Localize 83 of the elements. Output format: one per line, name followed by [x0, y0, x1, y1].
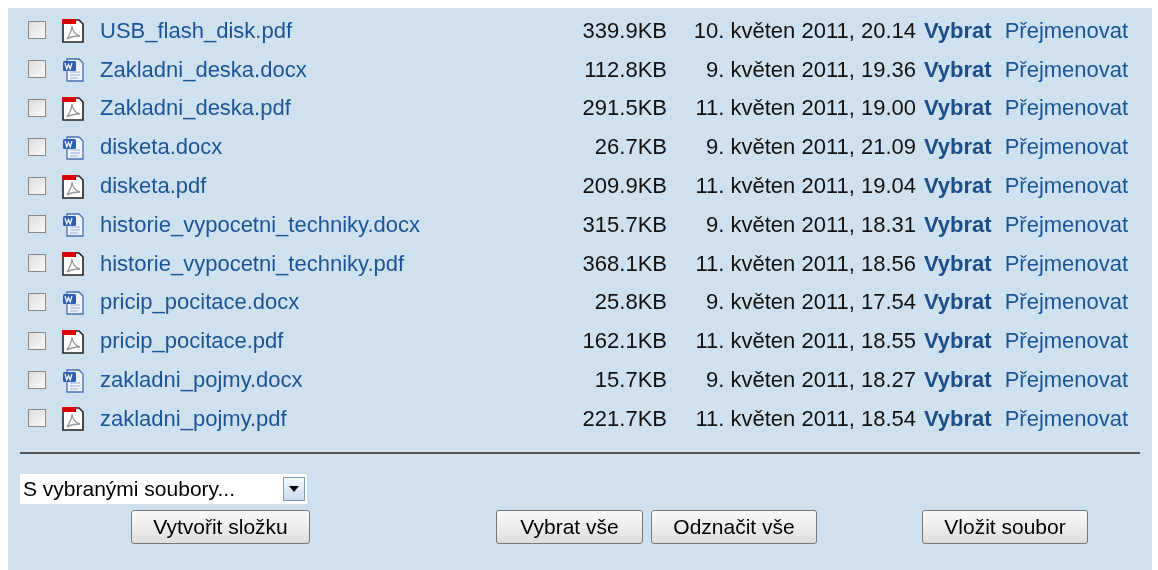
file-date: 10. květen 2011, 20.14 [692, 16, 916, 45]
checkbox[interactable] [28, 254, 46, 273]
checkbox[interactable] [28, 215, 46, 234]
file-size: 162.1KB [581, 327, 667, 356]
file-size: 26.7KB [593, 133, 667, 162]
file-date: 11. květen 2011, 18.55 [694, 327, 916, 356]
file-name-link[interactable]: historie_vypocetni_techniky.docx [100, 207, 537, 241]
word-document-icon [61, 133, 85, 160]
file-date: 9. květen 2011, 17.54 [705, 288, 916, 317]
action-dropdown[interactable]: S vybranými soubory... [20, 473, 307, 504]
file-date: 11. květen 2011, 18.56 [694, 249, 916, 278]
file-name-link[interactable]: USB_flash_disk.pdf [100, 13, 537, 47]
pdf-file-icon [61, 95, 85, 121]
checkbox[interactable] [28, 292, 46, 311]
select-link[interactable]: Vybrat [924, 207, 992, 241]
checkbox[interactable] [28, 176, 46, 195]
word-document-icon [61, 56, 85, 83]
checkbox[interactable] [28, 99, 46, 117]
checkbox[interactable] [28, 137, 46, 156]
file-name-link[interactable]: Zakladni_deska.docx [100, 52, 537, 86]
file-size: 221.7KB [581, 404, 667, 433]
file-size: 15.7KB [593, 366, 667, 395]
rename-link[interactable]: Přejmenovat [1004, 91, 1129, 125]
select-link[interactable]: Vybrat [924, 285, 992, 319]
file-name-link[interactable]: disketa.pdf [100, 169, 537, 203]
select-link[interactable]: Vybrat [924, 91, 992, 125]
file-date: 11. květen 2011, 19.04 [694, 172, 916, 201]
file-name-link[interactable]: pricip_pocitace.docx [100, 285, 537, 319]
file-name-link[interactable]: zakladni_pojmy.docx [100, 363, 537, 397]
rename-link[interactable]: Přejmenovat [1004, 363, 1129, 397]
action-button[interactable]: Vybrat vše [496, 509, 643, 544]
file-date: 9. květen 2011, 18.31 [705, 210, 916, 239]
select-link[interactable]: Vybrat [924, 169, 992, 203]
word-document-icon [61, 288, 85, 315]
rename-link[interactable]: Přejmenovat [1004, 324, 1129, 358]
file-name-link[interactable]: pricip_pocitace.pdf [100, 324, 537, 358]
dropdown-caret-icon[interactable] [283, 476, 305, 501]
file-size: 209.9KB [581, 172, 667, 201]
action-button[interactable]: Odznačit vše [651, 509, 817, 544]
file-size: 315.7KB [581, 210, 667, 239]
file-size: 291.5KB [581, 94, 667, 123]
checkbox[interactable] [28, 370, 46, 389]
pdf-file-icon [61, 405, 85, 432]
checkbox[interactable] [28, 409, 46, 428]
select-link[interactable]: Vybrat [924, 52, 992, 86]
file-name-link[interactable]: historie_vypocetni_techniky.pdf [100, 246, 537, 280]
rename-link[interactable]: Přejmenovat [1004, 52, 1129, 86]
select-link[interactable]: Vybrat [924, 363, 992, 397]
pdf-file-icon [61, 172, 85, 199]
select-link[interactable]: Vybrat [924, 246, 992, 280]
file-date: 9. květen 2011, 18.27 [705, 366, 916, 395]
select-link[interactable]: Vybrat [924, 130, 992, 164]
checkbox[interactable] [28, 60, 46, 79]
checkbox[interactable] [28, 21, 46, 40]
file-name-link[interactable]: zakladni_pojmy.pdf [100, 401, 537, 435]
select-link[interactable]: Vybrat [924, 13, 992, 47]
select-link[interactable]: Vybrat [924, 401, 992, 435]
file-date: 9. květen 2011, 21.09 [705, 133, 916, 162]
file-size: 368.1KB [581, 249, 667, 278]
pdf-file-icon [61, 17, 85, 44]
pdf-file-icon [61, 327, 85, 354]
action-button[interactable]: Vložit soubor [922, 509, 1088, 544]
pdf-file-icon [61, 250, 85, 277]
rename-link[interactable]: Přejmenovat [1004, 246, 1129, 280]
file-date: 11. květen 2011, 18.54 [694, 404, 916, 433]
file-size: 112.8KB [583, 55, 667, 84]
word-document-icon [61, 366, 85, 393]
checkbox[interactable] [28, 331, 46, 350]
action-button[interactable]: Vytvořit složku [131, 509, 310, 544]
rename-link[interactable]: Přejmenovat [1004, 207, 1129, 241]
file-name-link[interactable]: disketa.docx [100, 130, 537, 164]
rename-link[interactable]: Přejmenovat [1004, 401, 1129, 435]
file-date: 9. květen 2011, 19.36 [705, 55, 916, 84]
word-document-icon [61, 211, 85, 238]
file-date: 11. květen 2011, 19.00 [694, 94, 916, 123]
file-size: 339.9KB [581, 16, 667, 45]
rename-link[interactable]: Přejmenovat [1004, 130, 1129, 164]
select-link[interactable]: Vybrat [924, 324, 992, 358]
rename-link[interactable]: Přejmenovat [1004, 13, 1129, 47]
file-size: 25.8KB [593, 288, 667, 317]
file-name-link[interactable]: Zakladni_deska.pdf [100, 91, 537, 125]
rename-link[interactable]: Přejmenovat [1004, 285, 1129, 319]
rename-link[interactable]: Přejmenovat [1004, 169, 1129, 203]
